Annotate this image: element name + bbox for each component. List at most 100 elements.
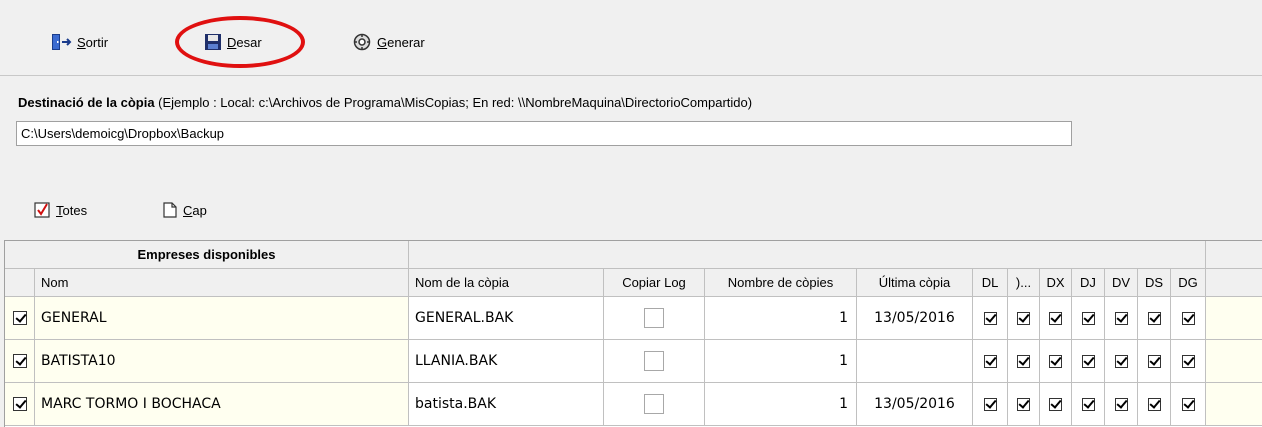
col-header-num-copies[interactable]: Nombre de còpies <box>705 269 857 297</box>
row-copy-log-cell[interactable] <box>604 297 705 340</box>
col-header-dx[interactable]: DX <box>1040 269 1072 297</box>
day-dg-checkbox[interactable] <box>1181 311 1195 325</box>
row-copy-log-cell[interactable] <box>604 383 705 426</box>
select-none-button[interactable]: Cap <box>163 199 207 221</box>
destination-path-input[interactable] <box>16 121 1072 146</box>
col-header-copy-log[interactable]: Copiar Log <box>604 269 705 297</box>
generate-mnemonic: G <box>377 34 388 50</box>
row-copy-name[interactable]: GENERAL.BAK <box>409 297 604 340</box>
row-num-copies[interactable]: 1 <box>705 340 857 383</box>
col-header-last-copy[interactable]: Última còpia <box>857 269 973 297</box>
day-dg-checkbox[interactable] <box>1181 354 1195 368</box>
row-day-dl-cell[interactable] <box>973 383 1008 426</box>
row-nom: BATISTA10 <box>35 340 409 383</box>
row-day-ds-cell[interactable] <box>1138 340 1171 383</box>
row-day-dx-cell[interactable] <box>1040 297 1072 340</box>
highlight-annotation <box>175 16 305 68</box>
exit-door-icon <box>52 34 72 50</box>
col-header-dl[interactable]: DL <box>973 269 1008 297</box>
exit-label: ortir <box>85 34 109 50</box>
copy-log-checkbox[interactable] <box>644 394 664 414</box>
col-header-dg[interactable]: DG <box>1171 269 1206 297</box>
day-ds-checkbox[interactable] <box>1147 397 1161 411</box>
row-nom: GENERAL <box>35 297 409 340</box>
day-dg-checkbox[interactable] <box>1181 397 1195 411</box>
row-day-dv-cell[interactable] <box>1105 340 1138 383</box>
row-day-dx-cell[interactable] <box>1040 340 1072 383</box>
row-day-ds-cell[interactable] <box>1138 383 1171 426</box>
row-day-dv-cell[interactable] <box>1105 383 1138 426</box>
blank-page-icon <box>163 202 177 218</box>
row-filler <box>1206 383 1262 426</box>
col-header-dj[interactable]: DJ <box>1072 269 1105 297</box>
row-num-copies[interactable]: 1 <box>705 297 857 340</box>
day-dj-checkbox[interactable] <box>1081 354 1095 368</box>
day-dv-checkbox[interactable] <box>1114 397 1128 411</box>
day-dm-checkbox[interactable] <box>1017 354 1030 368</box>
day-dx-checkbox[interactable] <box>1049 311 1062 325</box>
row-select-checkbox[interactable] <box>12 397 27 411</box>
copy-log-checkbox[interactable] <box>644 308 664 328</box>
day-dl-checkbox[interactable] <box>983 397 997 411</box>
row-day-dj-cell[interactable] <box>1072 340 1105 383</box>
row-day-dm-cell[interactable] <box>1008 297 1040 340</box>
row-day-dj-cell[interactable] <box>1072 297 1105 340</box>
row-day-dg-cell[interactable] <box>1171 383 1206 426</box>
companies-grid: Empreses disponibles Nom Nom de la còpia… <box>4 240 1262 427</box>
row-num-copies[interactable]: 1 <box>705 383 857 426</box>
day-dv-checkbox[interactable] <box>1114 311 1128 325</box>
row-select-cell[interactable] <box>5 297 35 340</box>
select-all-button[interactable]: Totes <box>34 199 87 221</box>
copy-log-checkbox[interactable] <box>644 351 664 371</box>
row-select-cell[interactable] <box>5 340 35 383</box>
table-row[interactable]: BATISTA10 LLANIA.BAK 1 <box>5 340 1262 383</box>
generate-gear-icon <box>353 33 371 51</box>
row-copy-log-cell[interactable] <box>604 340 705 383</box>
generate-button[interactable]: Generar <box>352 31 425 53</box>
col-header-nom[interactable]: Nom <box>35 269 409 297</box>
row-day-dg-cell[interactable] <box>1171 340 1206 383</box>
col-header-filler <box>1206 269 1262 297</box>
row-day-ds-cell[interactable] <box>1138 297 1171 340</box>
day-dm-checkbox[interactable] <box>1017 397 1030 411</box>
row-copy-name[interactable]: LLANIA.BAK <box>409 340 604 383</box>
row-day-dm-cell[interactable] <box>1008 383 1040 426</box>
row-day-dm-cell[interactable] <box>1008 340 1040 383</box>
table-row[interactable]: GENERAL GENERAL.BAK 1 13/05/2016 <box>5 297 1262 340</box>
exit-button[interactable]: Sortir <box>50 31 108 53</box>
day-dx-checkbox[interactable] <box>1049 354 1062 368</box>
row-day-dx-cell[interactable] <box>1040 383 1072 426</box>
col-header-copy-name[interactable]: Nom de la còpia <box>409 269 604 297</box>
grid-group-header-row: Empreses disponibles <box>5 241 1262 269</box>
day-dv-checkbox[interactable] <box>1114 354 1128 368</box>
group-header-filler <box>1206 241 1262 269</box>
row-nom: MARC TORMO I BOCHACA <box>35 383 409 426</box>
grid-column-header-row: Nom Nom de la còpia Copiar Log Nombre de… <box>5 269 1262 297</box>
row-select-checkbox[interactable] <box>12 354 27 368</box>
row-day-dl-cell[interactable] <box>973 340 1008 383</box>
day-dl-checkbox[interactable] <box>983 354 997 368</box>
row-last-copy: 13/05/2016 <box>857 297 973 340</box>
day-ds-checkbox[interactable] <box>1147 354 1161 368</box>
group-header-blank <box>409 241 1206 269</box>
toolbar: Sortir Desar Generar <box>0 0 1262 76</box>
day-ds-checkbox[interactable] <box>1147 311 1161 325</box>
col-header-dm[interactable]: )... <box>1008 269 1040 297</box>
row-select-checkbox[interactable] <box>12 311 27 325</box>
row-copy-name[interactable]: batista.BAK <box>409 383 604 426</box>
table-row[interactable]: MARC TORMO I BOCHACA batista.BAK 1 13/05/20… <box>5 383 1262 426</box>
row-day-dv-cell[interactable] <box>1105 297 1138 340</box>
day-dl-checkbox[interactable] <box>983 311 997 325</box>
col-header-dv[interactable]: DV <box>1105 269 1138 297</box>
col-header-ds[interactable]: DS <box>1138 269 1171 297</box>
row-day-dj-cell[interactable] <box>1072 383 1105 426</box>
row-day-dg-cell[interactable] <box>1171 297 1206 340</box>
row-last-copy: 13/05/2016 <box>857 383 973 426</box>
select-none-label: ap <box>192 202 207 218</box>
day-dj-checkbox[interactable] <box>1081 397 1095 411</box>
row-day-dl-cell[interactable] <box>973 297 1008 340</box>
day-dx-checkbox[interactable] <box>1049 397 1062 411</box>
day-dj-checkbox[interactable] <box>1081 311 1095 325</box>
row-select-cell[interactable] <box>5 383 35 426</box>
day-dm-checkbox[interactable] <box>1017 311 1030 325</box>
